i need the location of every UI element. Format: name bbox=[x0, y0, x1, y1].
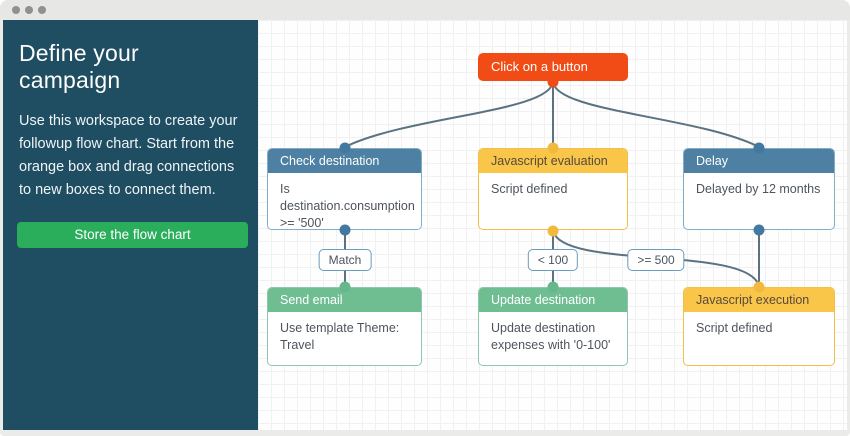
endpoint-javascript-evaluation-out[interactable] bbox=[548, 226, 559, 237]
connection-label-lt-100: < 100 bbox=[528, 249, 578, 271]
window-control-dot[interactable] bbox=[12, 6, 20, 14]
flowchart-canvas[interactable]: Click on a button Check destination Is d… bbox=[258, 20, 847, 430]
endpoint-delay-in[interactable] bbox=[754, 143, 765, 154]
sidebar-panel: Define your campaign Use this workspace … bbox=[3, 20, 258, 430]
node-update-destination[interactable]: Update destination Update destination ex… bbox=[478, 287, 628, 366]
connection-label-match: Match bbox=[319, 249, 372, 271]
node-body: Use template Theme: Travel bbox=[268, 312, 421, 362]
node-check-destination[interactable]: Check destination Is destination.consump… bbox=[267, 148, 422, 230]
window-titlebar bbox=[0, 0, 850, 20]
connection-start-to-check-destination bbox=[345, 81, 553, 147]
node-body: Delayed by 12 months bbox=[684, 173, 834, 206]
connection-start-to-delay bbox=[553, 81, 759, 147]
node-body: Update destination expenses with '0-100' bbox=[479, 312, 627, 362]
node-delay[interactable]: Delay Delayed by 12 months bbox=[683, 148, 835, 230]
endpoint-check-destination-out[interactable] bbox=[340, 225, 351, 236]
window-control-dot[interactable] bbox=[38, 6, 46, 14]
endpoint-check-destination-in[interactable] bbox=[340, 143, 351, 154]
node-body: Is destination.consumption >= '500' bbox=[268, 173, 421, 230]
node-javascript-evaluation[interactable]: Javascript evaluation Script defined bbox=[478, 148, 628, 230]
node-title: Click on a button bbox=[491, 59, 588, 74]
window-content: Define your campaign Use this workspace … bbox=[0, 20, 850, 430]
sidebar-description: Use this workspace to create your follow… bbox=[19, 110, 242, 202]
page-title: Define your campaign bbox=[19, 40, 244, 94]
connection-label-gte-500: >= 500 bbox=[627, 249, 684, 271]
node-body: Script defined bbox=[479, 173, 627, 206]
window-control-dot[interactable] bbox=[25, 6, 33, 14]
endpoint-delay-out[interactable] bbox=[754, 225, 765, 236]
store-flow-chart-button[interactable]: Store the flow chart bbox=[17, 222, 248, 248]
endpoint-start-out[interactable] bbox=[548, 77, 559, 88]
node-javascript-execution[interactable]: Javascript execution Script defined bbox=[683, 287, 835, 366]
endpoint-javascript-evaluation-in[interactable] bbox=[548, 143, 559, 154]
endpoint-send-email-in[interactable] bbox=[340, 282, 351, 293]
node-send-email[interactable]: Send email Use template Theme: Travel bbox=[267, 287, 422, 366]
endpoint-update-destination-in[interactable] bbox=[548, 282, 559, 293]
app-window: Define your campaign Use this workspace … bbox=[0, 0, 850, 436]
node-body: Script defined bbox=[684, 312, 834, 345]
endpoint-javascript-execution-in[interactable] bbox=[754, 282, 765, 293]
